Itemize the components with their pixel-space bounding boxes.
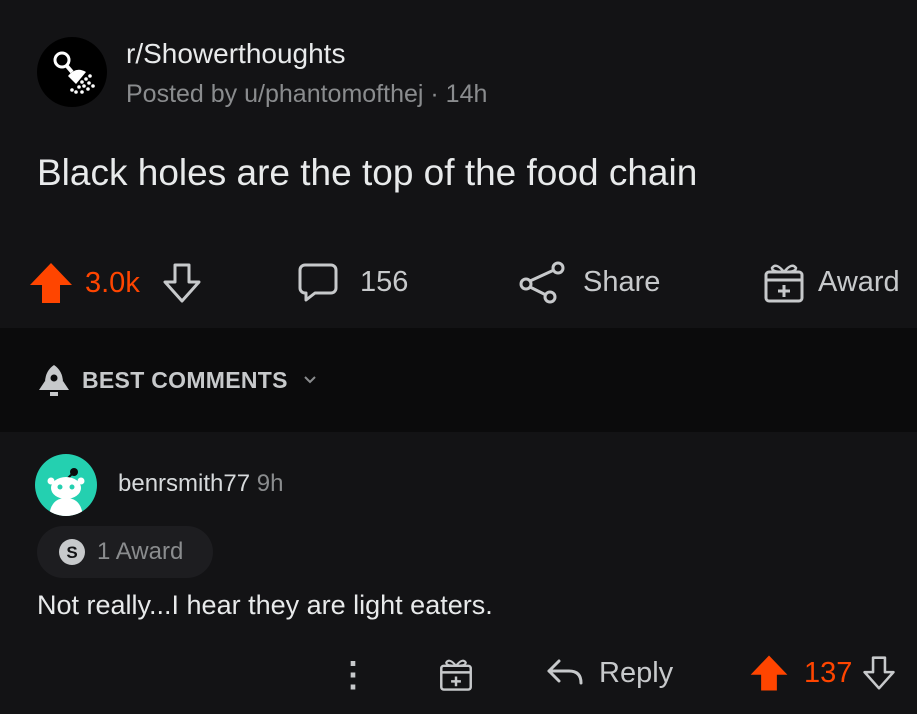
gift-award-icon	[440, 659, 472, 691]
share-label: Share	[583, 265, 661, 298]
reply-label: Reply	[599, 656, 674, 689]
post-card: r/Showerthoughts Posted by u/phantomofth…	[0, 0, 917, 328]
upvote-arrow-icon[interactable]	[748, 652, 790, 694]
shower-head-icon	[53, 51, 95, 94]
comment-vote-group: 137	[748, 652, 896, 694]
comment-username[interactable]: benrsmith77	[118, 470, 250, 497]
meta-dot: ·	[430, 80, 439, 108]
sort-comments-dropdown[interactable]: BEST COMMENTS	[36, 363, 318, 397]
avatar[interactable]	[35, 454, 97, 516]
sort-label: BEST COMMENTS	[82, 366, 288, 393]
reply-button[interactable]: Reply	[545, 655, 673, 691]
share-button[interactable]: Share	[518, 260, 660, 304]
comment-bubble-icon	[298, 263, 338, 302]
posted-by[interactable]: Posted by u/phantomofthej	[126, 80, 423, 108]
post-title: Black holes are the top of the food chai…	[37, 152, 698, 193]
reddit-post-screen: r/Showerthoughts Posted by u/phantomofth…	[0, 0, 917, 714]
more-options-icon: ⋮	[336, 656, 370, 694]
chevron-down-icon	[304, 376, 316, 384]
silver-award-icon: S	[59, 539, 85, 565]
upvote-arrow-icon[interactable]	[27, 260, 75, 306]
award-button[interactable]: Award	[762, 260, 900, 304]
snoo-avatar-icon	[47, 468, 85, 516]
comment-time: 9h	[256, 470, 284, 497]
post-time: 14h	[445, 80, 488, 108]
reply-arrow-icon	[547, 659, 583, 685]
award-badge-pill[interactable]: S 1 Award	[37, 526, 213, 578]
comment-vote-count: 137	[804, 656, 853, 689]
comment-award-button[interactable]	[438, 656, 474, 692]
post-meta: Posted by u/phantomofthej · 14h	[126, 80, 487, 109]
gift-award-icon	[764, 264, 804, 303]
award-badge-letter: S	[66, 543, 77, 562]
downvote-arrow-icon[interactable]	[862, 654, 896, 692]
post-upvote-count: 3.0k	[85, 266, 140, 299]
comment-count: 156	[360, 265, 409, 298]
award-label: Award	[818, 265, 900, 298]
comment-author-line: benrsmith77 9h	[118, 470, 283, 498]
downvote-arrow-icon[interactable]	[162, 262, 202, 304]
more-options-button[interactable]: ⋮	[336, 655, 370, 695]
comment-body: Not really...I hear they are light eater…	[37, 590, 493, 620]
rocket-icon	[39, 365, 69, 396]
award-count: 1 Award	[97, 538, 184, 565]
subreddit-avatar[interactable]	[37, 37, 107, 107]
comments-button[interactable]: 156	[296, 260, 408, 304]
subreddit-name[interactable]: r/Showerthoughts	[126, 38, 345, 70]
upvote-group: 3.0k	[27, 260, 202, 306]
share-icon	[519, 261, 565, 304]
